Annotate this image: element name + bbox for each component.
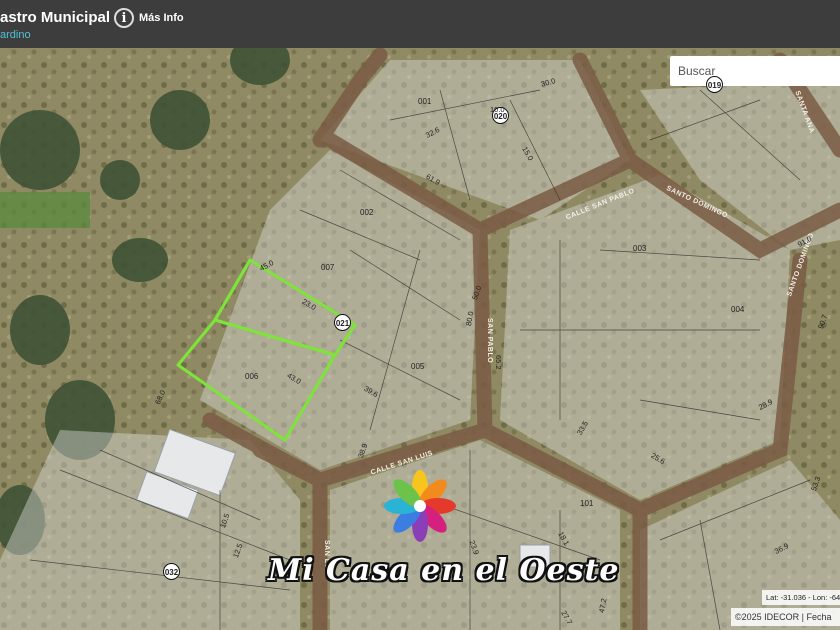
more-info-link[interactable]: Más Info: [139, 12, 184, 24]
parcel-number: 007: [321, 263, 335, 272]
app-subtitle: ardino: [0, 29, 31, 41]
parcel-number: 006: [245, 372, 259, 381]
block-number: 032: [163, 563, 180, 580]
block-number: 019: [706, 76, 723, 93]
parcel-number: 003: [633, 244, 647, 253]
parcel-number: 002: [360, 208, 374, 217]
green-field: [0, 192, 90, 228]
info-icon[interactable]: i: [114, 8, 134, 28]
watermark-logo: [384, 470, 456, 542]
parcel-number: 101: [580, 499, 594, 508]
block-number: 021: [334, 314, 351, 331]
coordinate-readout: Lat: -31.036 - Lon: -64.4: [762, 590, 840, 605]
parcel-number: 004: [731, 305, 745, 314]
parcel-number: 005: [411, 362, 425, 371]
parcel-number: 001: [418, 97, 432, 106]
street-label: SAN PABLO: [486, 318, 493, 364]
watermark-text: Mi Casa en el Oeste: [268, 553, 620, 588]
search-input[interactable]: [670, 56, 840, 86]
top-bar: astro Municipal ardino i Más Info: [0, 0, 840, 48]
app-title: astro Municipal: [0, 9, 111, 26]
lot-measurement: 10.0: [490, 105, 505, 114]
lot-measurement: 65.2: [494, 355, 503, 370]
map-attribution: ©2025 IDECOR | Fecha: [731, 608, 840, 626]
